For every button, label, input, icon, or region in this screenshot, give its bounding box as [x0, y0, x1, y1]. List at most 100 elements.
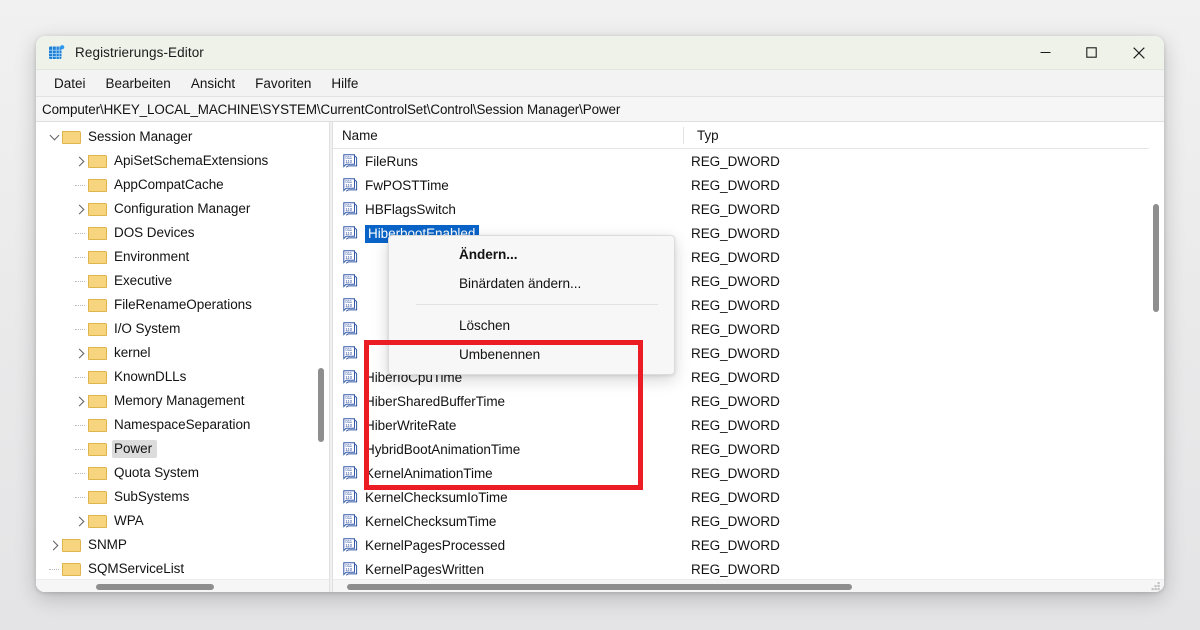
context-menu: Ändern...Binärdaten ändern... LöschenUmbe…	[388, 235, 675, 375]
chevron-down-icon[interactable]	[46, 125, 62, 149]
value-type-cell: REG_DWORD	[683, 274, 780, 289]
tree-item[interactable]: DOS Devices	[36, 221, 329, 245]
menu-hilfe[interactable]: Hilfe	[321, 73, 368, 94]
close-button[interactable]	[1114, 36, 1164, 69]
title-bar: Registrierungs-Editor	[36, 36, 1164, 70]
tree-item[interactable]: Power	[36, 437, 329, 461]
dword-value-icon: 011110	[343, 154, 358, 168]
value-type-cell: REG_DWORD	[683, 538, 780, 553]
tree-scroll-thumb[interactable]	[318, 368, 324, 442]
context-menu-item[interactable]: Umbenennen	[389, 340, 674, 369]
chevron-right-icon[interactable]	[72, 389, 88, 413]
tree-horizontal-scrollbar[interactable]	[36, 579, 329, 592]
folder-icon	[88, 491, 105, 504]
table-row[interactable]: 011110HybridBootAnimationTimeREG_DWORD	[333, 437, 1164, 461]
tree-item[interactable]: I/O System	[36, 317, 329, 341]
tree-item[interactable]: KnownDLLs	[36, 365, 329, 389]
tree-item[interactable]: Configuration Manager	[36, 197, 329, 221]
minimize-button[interactable]	[1022, 36, 1068, 69]
value-name-cell: KernelAnimationTime	[365, 466, 683, 481]
svg-text:110: 110	[345, 327, 352, 332]
tree-item[interactable]: AppCompatCache	[36, 173, 329, 197]
table-row[interactable]: 011110FileRunsREG_DWORD	[333, 149, 1164, 173]
tree-item[interactable]: Environment	[36, 245, 329, 269]
chevron-right-icon[interactable]	[72, 341, 88, 365]
context-menu-item[interactable]: Ändern...	[389, 240, 674, 269]
menu-favoriten[interactable]: Favoriten	[245, 73, 321, 94]
dword-value-icon: 011110	[343, 322, 358, 336]
resize-grip[interactable]	[1149, 578, 1161, 590]
table-row[interactable]: 011110KernelPagesWrittenREG_DWORD	[333, 557, 1164, 581]
chevron-right-icon[interactable]	[72, 509, 88, 533]
tree-vertical-scrollbar[interactable]	[314, 122, 329, 580]
tree-item[interactable]: WPA	[36, 509, 329, 533]
tree-item[interactable]: SubSystems	[36, 485, 329, 509]
list-vertical-scrollbar[interactable]	[1149, 122, 1164, 580]
list-horizontal-scrollbar[interactable]	[333, 579, 1164, 592]
folder-icon	[88, 443, 105, 456]
chevron-right-icon[interactable]	[72, 197, 88, 221]
table-row[interactable]: 011110HBFlagsSwitchREG_DWORD	[333, 197, 1164, 221]
context-menu-item[interactable]: Löschen	[389, 311, 674, 340]
table-row[interactable]: 011110FwPOSTTimeREG_DWORD	[333, 173, 1164, 197]
tree-item[interactable]: FileRenameOperations	[36, 293, 329, 317]
tree-item[interactable]: NamespaceSeparation	[36, 413, 329, 437]
table-row[interactable]: 011110HiberWriteRateREG_DWORD	[333, 413, 1164, 437]
table-row[interactable]: 011110HiberSharedBufferTimeREG_DWORD	[333, 389, 1164, 413]
tree-item[interactable]: Memory Management	[36, 389, 329, 413]
svg-text:110: 110	[345, 255, 352, 260]
folder-icon	[88, 371, 105, 384]
value-type-cell: REG_DWORD	[683, 562, 780, 577]
list-hscroll-thumb[interactable]	[347, 584, 852, 590]
column-header-type[interactable]: Typ	[683, 127, 1164, 144]
tree-item-label: ApiSetSchemaExtensions	[112, 152, 273, 170]
folder-icon	[62, 131, 79, 144]
value-type-cell: REG_DWORD	[683, 442, 780, 457]
registry-values-pane: Name Typ 011110FileRunsREG_DWORD011110Fw…	[333, 122, 1164, 592]
address-bar[interactable]: Computer\HKEY_LOCAL_MACHINE\SYSTEM\Curre…	[36, 97, 1164, 122]
table-row[interactable]: 011110KernelChecksumIoTimeREG_DWORD	[333, 485, 1164, 509]
tree-item[interactable]: kernel	[36, 341, 329, 365]
tree-item-label: FileRenameOperations	[112, 296, 257, 314]
tree-item-label: DOS Devices	[112, 224, 199, 242]
tree-item[interactable]: SQMServiceList	[36, 557, 329, 581]
dword-value-icon: 011110	[343, 466, 358, 480]
tree-connector	[72, 221, 88, 245]
tree-item-label: Memory Management	[112, 392, 249, 410]
chevron-right-icon[interactable]	[46, 533, 62, 557]
list-scroll-thumb[interactable]	[1153, 204, 1159, 312]
tree-item[interactable]: SNMP	[36, 533, 329, 557]
table-row[interactable]: 011110KernelChecksumTimeREG_DWORD	[333, 509, 1164, 533]
context-menu-separator	[416, 304, 658, 305]
value-name-cell: KernelChecksumIoTime	[365, 490, 683, 505]
window-controls	[1022, 36, 1164, 69]
menu-ansicht[interactable]: Ansicht	[181, 73, 245, 94]
dword-value-icon: 011110	[343, 418, 358, 432]
table-row[interactable]: 011110KernelAnimationTimeREG_DWORD	[333, 461, 1164, 485]
tree-item[interactable]: ApiSetSchemaExtensions	[36, 149, 329, 173]
context-menu-item[interactable]: Binärdaten ändern...	[389, 269, 674, 298]
tree-connector	[72, 413, 88, 437]
maximize-button[interactable]	[1068, 36, 1114, 69]
tree-item-label: kernel	[112, 344, 155, 362]
list-column-header: Name Typ	[333, 122, 1164, 149]
tree-item-label: SNMP	[86, 536, 132, 554]
folder-icon	[88, 251, 105, 264]
value-name-cell: HiberSharedBufferTime	[365, 394, 683, 409]
menu-datei[interactable]: Datei	[44, 73, 96, 94]
svg-text:110: 110	[345, 567, 352, 572]
column-header-name[interactable]: Name	[333, 128, 683, 143]
chevron-right-icon[interactable]	[72, 149, 88, 173]
tree-hscroll-thumb[interactable]	[96, 584, 214, 590]
window-title: Registrierungs-Editor	[75, 45, 204, 60]
svg-text:110: 110	[345, 303, 352, 308]
tree-item[interactable]: Session Manager	[36, 125, 329, 149]
table-row[interactable]: 011110KernelPagesProcessedREG_DWORD	[333, 533, 1164, 557]
menu-bearbeiten[interactable]: Bearbeiten	[96, 73, 181, 94]
value-type-cell: REG_DWORD	[683, 490, 780, 505]
tree-item[interactable]: Executive	[36, 269, 329, 293]
value-name-cell: KernelChecksumTime	[365, 514, 683, 529]
tree-item[interactable]: Quota System	[36, 461, 329, 485]
dword-value-icon: 011110	[343, 394, 358, 408]
tree-item-label: AppCompatCache	[112, 176, 229, 194]
